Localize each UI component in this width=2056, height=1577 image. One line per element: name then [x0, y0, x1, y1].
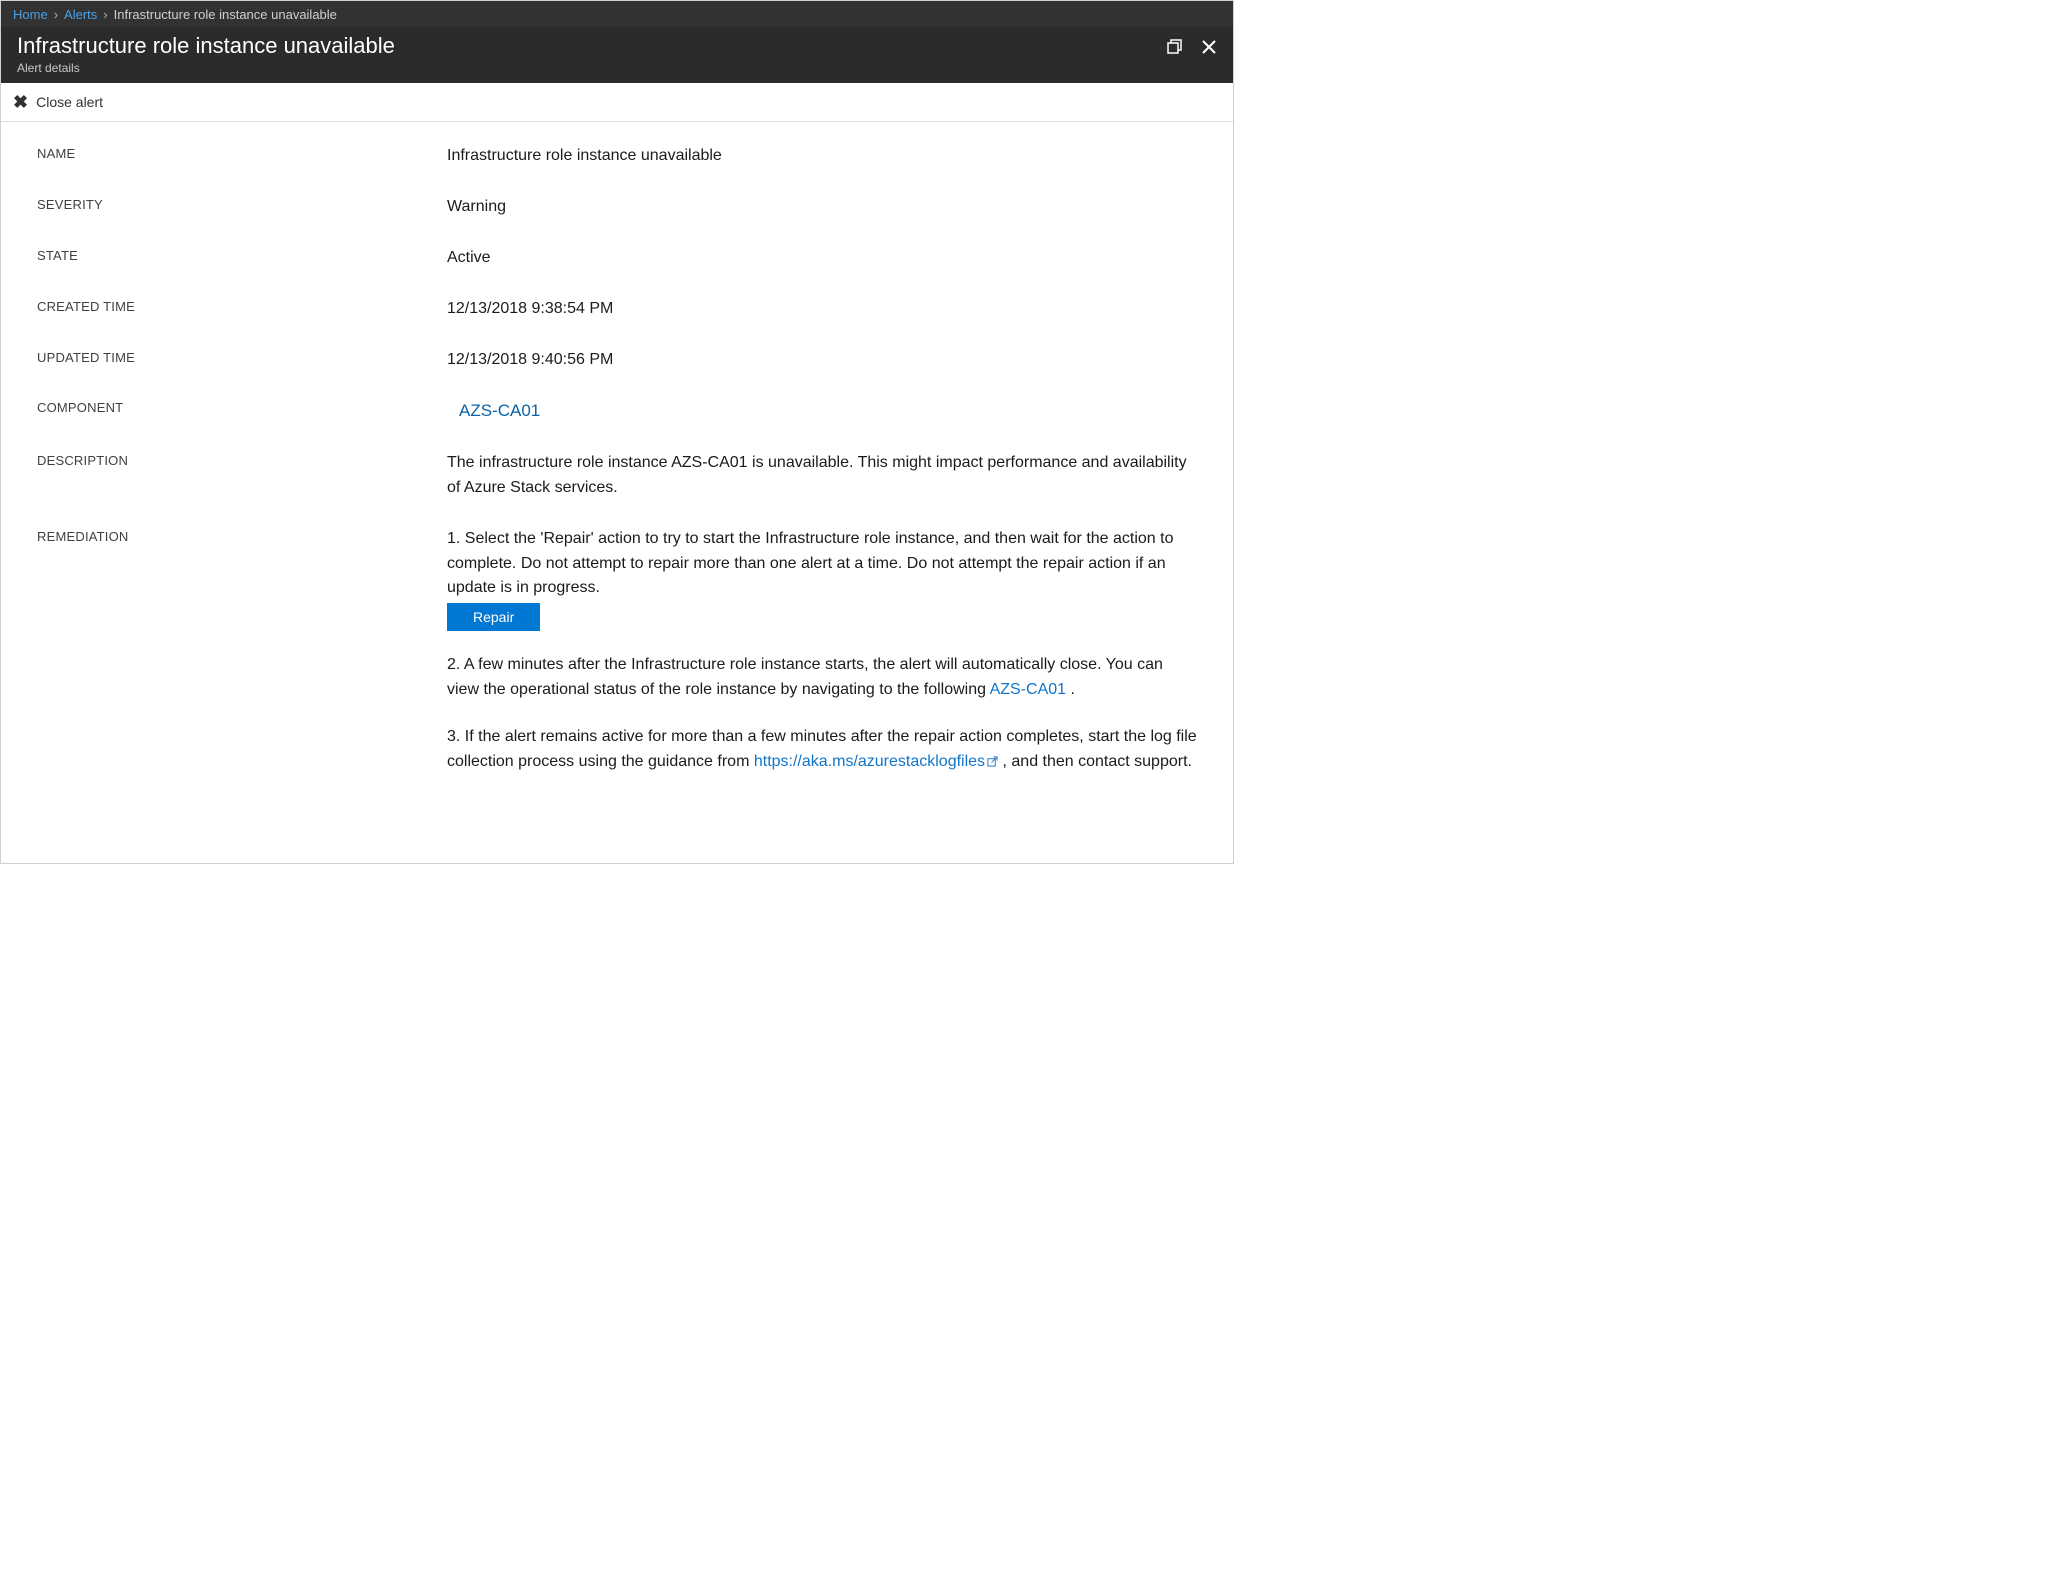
restore-window-icon[interactable]	[1167, 39, 1183, 58]
remediation-step-3-tail: , and then contact support.	[998, 753, 1192, 770]
close-alert-label: Close alert	[36, 94, 103, 110]
remediation-step-2-tail: .	[1066, 681, 1075, 698]
page-title: Infrastructure role instance unavailable	[17, 33, 395, 59]
repair-button[interactable]: Repair	[447, 603, 540, 631]
field-label-created-time: CREATED TIME	[37, 297, 447, 314]
field-value-updated-time: 12/13/2018 9:40:56 PM	[447, 348, 1197, 373]
alert-content: NAME Infrastructure role instance unavai…	[1, 122, 1233, 863]
command-bar: ✖ Close alert	[1, 83, 1233, 122]
logfiles-link[interactable]: https://aka.ms/azurestacklogfiles	[754, 753, 998, 770]
close-icon[interactable]	[1201, 39, 1217, 58]
role-instance-link[interactable]: AZS-CA01	[990, 681, 1066, 698]
close-icon: ✖	[13, 93, 28, 111]
field-value-state: Active	[447, 246, 1197, 271]
breadcrumb-current: Infrastructure role instance unavailable	[114, 7, 337, 22]
field-value-remediation: 1. Select the 'Repair' action to try to …	[447, 527, 1197, 798]
field-value-description: The infrastructure role instance AZS-CA0…	[447, 451, 1197, 501]
remediation-step-3: 3. If the alert remains active for more …	[447, 725, 1197, 776]
breadcrumb-home[interactable]: Home	[13, 7, 48, 22]
field-label-severity: SEVERITY	[37, 195, 447, 212]
external-link-icon	[987, 751, 998, 776]
breadcrumb-alerts[interactable]: Alerts	[64, 7, 97, 22]
field-value-name: Infrastructure role instance unavailable	[447, 144, 1197, 169]
field-label-component: COMPONENT	[37, 398, 447, 415]
chevron-right-icon: ›	[103, 7, 107, 22]
remediation-step-1: 1. Select the 'Repair' action to try to …	[447, 527, 1197, 601]
component-link[interactable]: AZS-CA01	[459, 401, 540, 420]
field-label-remediation: REMEDIATION	[37, 527, 447, 544]
logfiles-link-text: https://aka.ms/azurestacklogfiles	[754, 753, 985, 770]
field-label-state: STATE	[37, 246, 447, 263]
breadcrumb: Home › Alerts › Infrastructure role inst…	[1, 1, 1233, 27]
close-alert-button[interactable]: ✖ Close alert	[13, 93, 103, 111]
alert-details-blade: Home › Alerts › Infrastructure role inst…	[0, 0, 1234, 864]
field-label-name: NAME	[37, 144, 447, 161]
page-subtitle: Alert details	[17, 61, 395, 75]
remediation-step-2: 2. A few minutes after the Infrastructur…	[447, 653, 1197, 703]
chevron-right-icon: ›	[54, 7, 58, 22]
field-label-updated-time: UPDATED TIME	[37, 348, 447, 365]
field-label-description: DESCRIPTION	[37, 451, 447, 468]
blade-header: Infrastructure role instance unavailable…	[1, 27, 1233, 83]
field-value-severity: Warning	[447, 195, 1197, 220]
field-value-created-time: 12/13/2018 9:38:54 PM	[447, 297, 1197, 322]
